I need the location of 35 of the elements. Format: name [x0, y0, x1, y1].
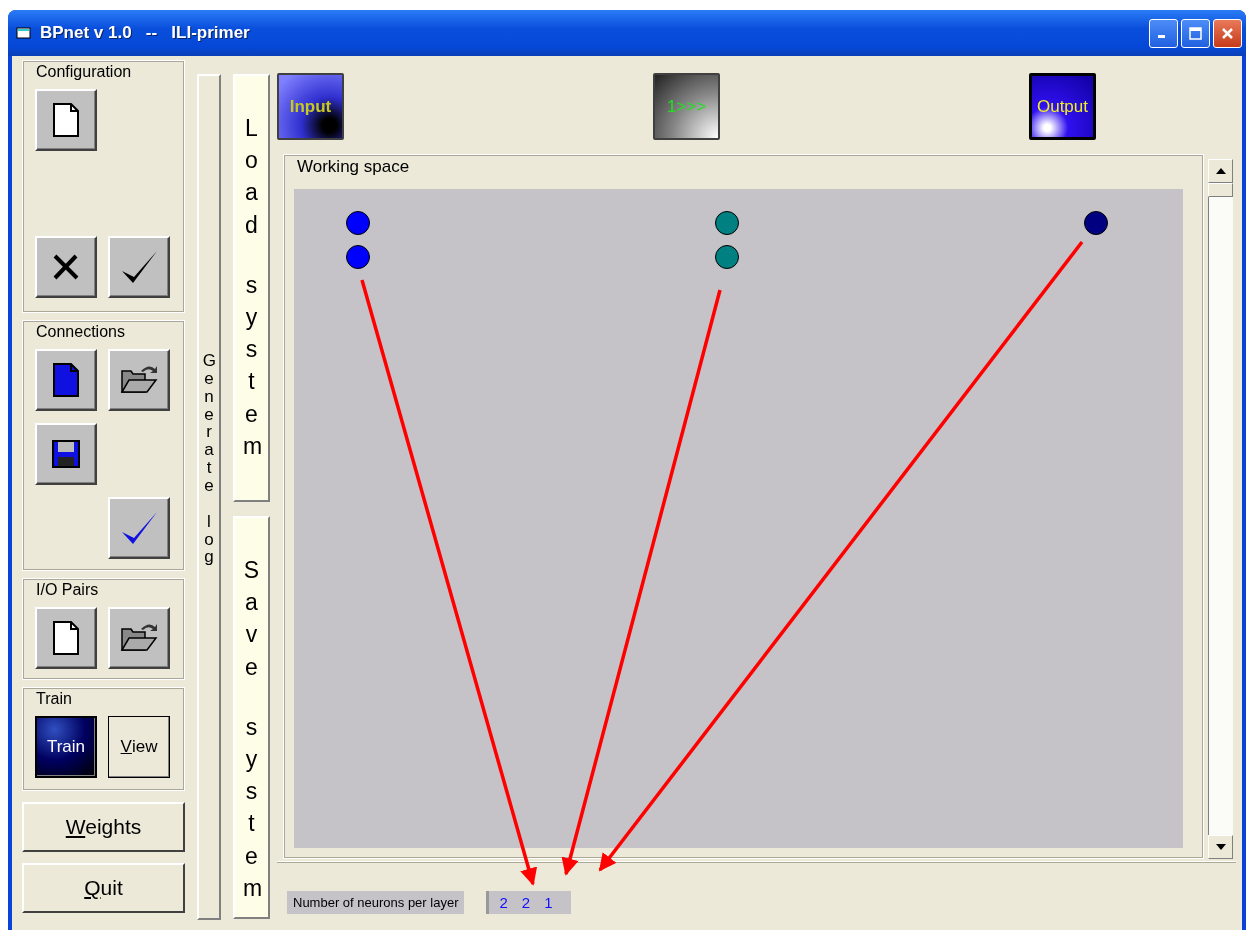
down-arrow-icon: [1215, 844, 1226, 850]
window-title: BPnet v 1.0 -- ILI-primer: [40, 23, 251, 43]
new-file-button[interactable]: [35, 89, 97, 151]
save-button[interactable]: [35, 423, 97, 485]
new-file-button[interactable]: [35, 349, 97, 411]
layer-counts-field: 2 2 1: [486, 890, 571, 914]
scroll-thumb[interactable]: [1208, 183, 1233, 197]
open-folder-button[interactable]: [108, 349, 170, 411]
close-button[interactable]: [1213, 18, 1242, 48]
minimize-button[interactable]: [1149, 18, 1178, 48]
confirm-button[interactable]: [108, 497, 170, 559]
document-icon: [51, 362, 81, 398]
confirm-button[interactable]: [108, 236, 170, 298]
window-app-icon: [16, 25, 32, 41]
neurons-per-layer-label: Number of neurons per layer: [287, 890, 465, 914]
scroll-down-button[interactable]: [1208, 835, 1233, 859]
minimize-icon: [1158, 35, 1165, 38]
cancel-button[interactable]: [35, 236, 97, 298]
weights-button[interactable]: Weights: [22, 802, 185, 852]
cross-icon: [51, 252, 81, 282]
up-arrow-icon: [1215, 168, 1226, 174]
quit-button[interactable]: Quit: [22, 863, 185, 913]
generate-log-button[interactable]: Generate log: [197, 74, 221, 920]
maximize-button[interactable]: [1181, 18, 1210, 48]
train-button[interactable]: Train: [35, 716, 97, 778]
open-folder-button[interactable]: [108, 607, 170, 669]
load-system-button[interactable]: Load system: [233, 74, 270, 502]
save-system-button[interactable]: Save system: [233, 516, 270, 919]
document-icon: [51, 620, 81, 656]
document-icon: [51, 102, 81, 138]
output-layer-button[interactable]: Output: [1029, 73, 1096, 140]
new-file-button[interactable]: [35, 607, 97, 669]
scroll-up-button[interactable]: [1208, 159, 1233, 183]
view-button[interactable]: View: [108, 716, 170, 778]
input-layer-button[interactable]: Input: [277, 73, 344, 140]
